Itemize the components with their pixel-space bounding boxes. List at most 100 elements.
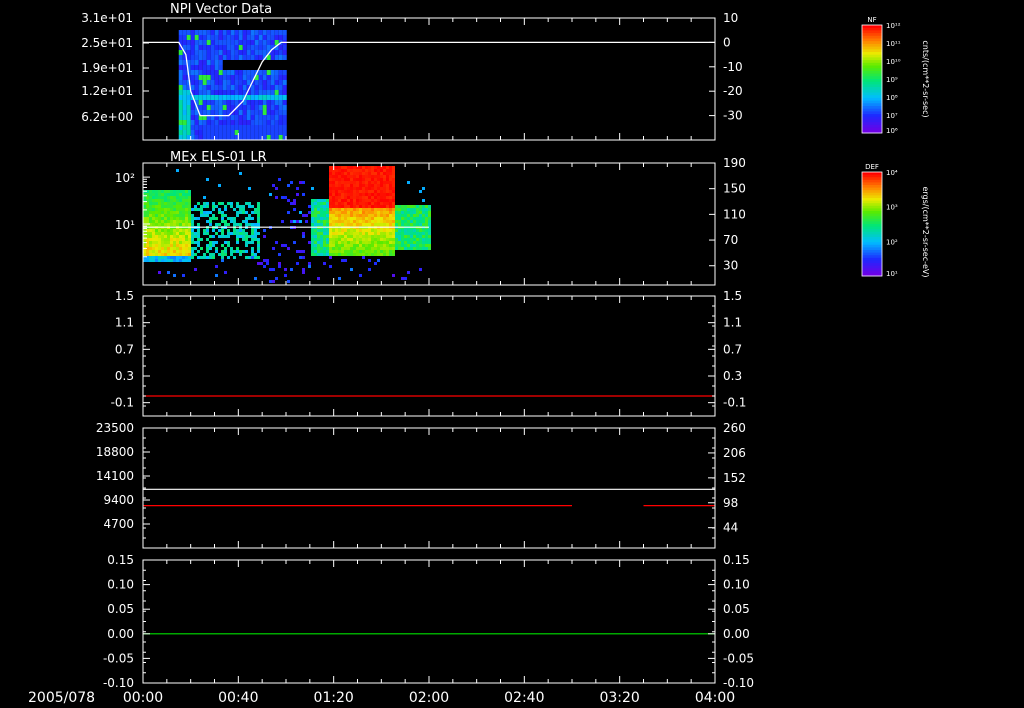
heatmap-cell — [230, 120, 235, 125]
heatmap-cell — [202, 60, 207, 65]
heatmap-cell — [274, 55, 279, 60]
heatmap-cell — [371, 193, 374, 196]
heatmap-cell — [395, 232, 398, 235]
heatmap-cell — [392, 253, 395, 256]
heatmap-cell — [258, 120, 263, 125]
heatmap-cell — [270, 105, 275, 110]
heatmap-cell — [224, 253, 227, 256]
heatmap-cell — [344, 253, 347, 256]
heatmap-cell — [230, 202, 233, 205]
heatmap-cell — [338, 211, 341, 214]
heatmap-cell — [392, 205, 395, 208]
heatmap-cell — [197, 217, 200, 220]
heatmap-cell — [149, 235, 152, 238]
heatmap-cell — [200, 238, 203, 241]
heatmap-cell — [238, 40, 243, 45]
heatmap-cell — [254, 229, 257, 232]
heatmap-cell — [395, 223, 398, 226]
heatmap-cell — [200, 256, 203, 259]
heatmap-cell — [185, 259, 188, 262]
heatmap-cell — [389, 229, 392, 232]
heatmap-cell — [386, 172, 389, 175]
heatmap-cell — [365, 166, 368, 169]
npi-right-tick-label: -30 — [723, 109, 743, 123]
heatmap-cell — [266, 90, 271, 95]
heatmap-cell — [371, 211, 374, 214]
heatmap-cell — [377, 214, 380, 217]
heatmap-cell — [311, 229, 314, 232]
heatmap-cell — [350, 229, 353, 232]
heatmap-cell — [290, 202, 293, 205]
heatmap-cell — [167, 199, 170, 202]
heatmap-cell — [173, 223, 176, 226]
heatmap-cell — [206, 130, 211, 135]
heatmap-cell — [178, 75, 183, 80]
heatmap-cell — [173, 256, 176, 259]
heatmap-cell — [284, 244, 287, 247]
heatmap-cell — [194, 235, 197, 238]
heatmap-cell — [287, 199, 290, 202]
heatmap-cell — [167, 235, 170, 238]
heatmap-cell — [158, 253, 161, 256]
heatmap-cell — [329, 211, 332, 214]
heatmap-cell — [282, 120, 287, 125]
heatmap-cell — [176, 214, 179, 217]
heatmap-cell — [282, 30, 287, 35]
heatmap-cell — [222, 95, 227, 100]
heatmap-cell — [149, 232, 152, 235]
heatmap-cell — [413, 247, 416, 250]
heatmap-cell — [222, 130, 227, 135]
heatmap-cell — [395, 238, 398, 241]
heatmap-cell — [238, 110, 243, 115]
heatmap-cell — [164, 244, 167, 247]
heatmap-cell — [215, 274, 218, 277]
heatmap-cell — [266, 115, 271, 120]
heatmap-cell — [234, 40, 239, 45]
heatmap-cell — [270, 30, 275, 35]
heatmap-cell — [425, 232, 428, 235]
heatmap-cell — [386, 193, 389, 196]
heatmap-cell — [338, 250, 341, 253]
heatmap-cell — [164, 256, 167, 259]
heatmap-cell — [155, 235, 158, 238]
heatmap-cell — [425, 241, 428, 244]
heatmap-cell — [210, 95, 215, 100]
heatmap-cell — [262, 80, 267, 85]
heatmap-cell — [410, 220, 413, 223]
heatmap-cell — [398, 232, 401, 235]
heatmap-cell — [250, 135, 255, 140]
heatmap-cell — [329, 187, 332, 190]
heatmap-cell — [188, 199, 191, 202]
heatmap-cell — [198, 40, 203, 45]
heatmap-cell — [270, 55, 275, 60]
heatmap-cell — [398, 247, 401, 250]
heatmap-cell — [182, 244, 185, 247]
heatmap-cell — [161, 259, 164, 262]
heatmap-cell — [332, 187, 335, 190]
heatmap-cell — [257, 214, 260, 217]
heatmap-cell — [320, 220, 323, 223]
heatmap-cell — [410, 241, 413, 244]
heatmap-cell — [197, 232, 200, 235]
heatmap-cell — [197, 208, 200, 211]
heatmap-cell — [362, 178, 365, 181]
heatmap-cell — [329, 169, 332, 172]
heatmap-cell — [308, 241, 311, 244]
heatmap-cell — [210, 55, 215, 60]
heatmap-cell — [329, 235, 332, 238]
heatmap-cell — [254, 85, 259, 90]
heatmap-cell — [270, 35, 275, 40]
heatmap-cell — [188, 232, 191, 235]
colorbar-1-units: cnts/(cm**2-sr-sec) — [921, 40, 930, 117]
heatmap-cell — [341, 223, 344, 226]
heatmap-cell — [368, 238, 371, 241]
heatmap-cell — [194, 40, 199, 45]
heatmap-cell — [335, 175, 338, 178]
heatmap-cell — [258, 90, 263, 95]
heatmap-cell — [404, 229, 407, 232]
heatmap-cell — [395, 220, 398, 223]
heatmap-cell — [191, 247, 194, 250]
heatmap-cell — [206, 135, 211, 140]
heatmap-cell — [323, 238, 326, 241]
heatmap-cell — [222, 110, 227, 115]
